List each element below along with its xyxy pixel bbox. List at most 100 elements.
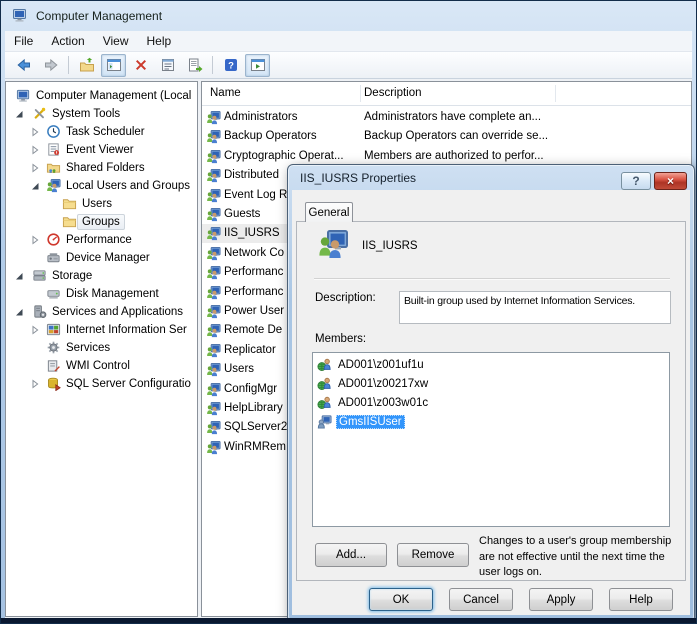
computer-icon bbox=[12, 7, 28, 23]
tree-item-label: Groups bbox=[77, 214, 125, 230]
group-name-cell: WinRMRem bbox=[224, 441, 286, 453]
expand-arrow-icon[interactable] bbox=[30, 235, 40, 245]
tree-item-local-users-and-groups[interactable]: Local Users and Groups bbox=[6, 177, 197, 195]
dialog-close-button[interactable]: × bbox=[654, 172, 687, 190]
tree-item-users[interactable]: Users bbox=[6, 195, 197, 213]
tree-item-computer-management-local[interactable]: Computer Management (Local bbox=[6, 87, 197, 105]
users-groups-icon bbox=[46, 178, 61, 193]
tree-item-internet-information-ser[interactable]: Internet Information Ser bbox=[6, 321, 197, 339]
tree-item-disk-management[interactable]: Disk Management bbox=[6, 285, 197, 303]
group-name-cell: Cryptographic Operat... bbox=[224, 150, 344, 162]
users-groups-icon bbox=[206, 226, 221, 241]
remove-button[interactable]: Remove bbox=[397, 543, 469, 567]
users-groups-icon bbox=[206, 110, 221, 125]
menu-help[interactable]: Help bbox=[138, 32, 181, 50]
collapse-arrow-icon[interactable] bbox=[14, 271, 24, 281]
menu-action[interactable]: Action bbox=[42, 32, 93, 50]
description-field[interactable]: Built-in group used by Internet Informat… bbox=[399, 291, 671, 324]
group-name-cell: Administrators bbox=[224, 111, 298, 123]
export-list-button[interactable] bbox=[182, 54, 207, 77]
tree-item-label: Services and Applications bbox=[52, 305, 183, 319]
collapse-arrow-icon[interactable] bbox=[30, 181, 40, 191]
cancel-button[interactable]: Cancel bbox=[449, 588, 513, 611]
group-name-cell: Performanc bbox=[224, 266, 283, 278]
group-name-cell: IIS_IUSRS bbox=[224, 227, 280, 239]
member-globe-icon bbox=[317, 357, 332, 372]
users-groups-icon bbox=[206, 420, 221, 435]
forward-button[interactable] bbox=[38, 54, 63, 77]
action-pane-icon bbox=[250, 57, 266, 73]
group-large-icon bbox=[315, 228, 351, 263]
group-name-cell: HelpLibrary bbox=[224, 402, 283, 414]
list-row[interactable]: Cryptographic Operat...Members are autho… bbox=[202, 147, 691, 166]
delete-button[interactable] bbox=[128, 54, 153, 77]
apply-button[interactable]: Apply bbox=[529, 588, 593, 611]
group-name-cell: Event Log R bbox=[224, 189, 287, 201]
back-button[interactable] bbox=[11, 54, 36, 77]
dialog-title: IIS_IUSRS Properties bbox=[300, 171, 416, 185]
group-name-cell: Backup Operators bbox=[224, 130, 317, 142]
app-icon bbox=[12, 7, 28, 26]
tree-item-sql-server-configuratio[interactable]: SQL Server Configuratio bbox=[6, 375, 197, 393]
menu-file[interactable]: File bbox=[5, 32, 42, 50]
member-item[interactable]: AD001\z00217xw bbox=[313, 374, 669, 393]
open-folder-button[interactable] bbox=[74, 54, 99, 77]
sql-icon bbox=[46, 376, 61, 391]
tree-item-storage[interactable]: Storage bbox=[6, 267, 197, 285]
column-header-name[interactable]: Name bbox=[210, 87, 241, 99]
column-header-description[interactable]: Description bbox=[364, 87, 422, 99]
separator-line bbox=[314, 278, 670, 280]
expand-arrow-icon[interactable] bbox=[30, 145, 40, 155]
tree-item-device-manager[interactable]: Device Manager bbox=[6, 249, 197, 267]
show-action-pane-button[interactable] bbox=[245, 54, 270, 77]
users-groups-icon bbox=[206, 440, 221, 455]
dialog-button-row: OK Cancel Apply Help bbox=[292, 588, 690, 611]
ok-button[interactable]: OK bbox=[369, 588, 433, 611]
column-divider[interactable] bbox=[360, 85, 361, 102]
collapse-arrow-icon[interactable] bbox=[14, 109, 24, 119]
list-row[interactable]: AdministratorsAdministrators have comple… bbox=[202, 108, 691, 127]
users-groups-icon bbox=[206, 343, 221, 358]
list-row[interactable]: Backup OperatorsBackup Operators can ove… bbox=[202, 127, 691, 146]
collapse-arrow-icon[interactable] bbox=[14, 307, 24, 317]
group-name-cell: Users bbox=[224, 363, 254, 375]
expand-arrow-icon[interactable] bbox=[30, 379, 40, 389]
tree-item-event-viewer[interactable]: Event Viewer bbox=[6, 141, 197, 159]
open-folder-icon bbox=[79, 57, 95, 73]
tree-item-groups[interactable]: Groups bbox=[6, 213, 197, 231]
tree-item-task-scheduler[interactable]: Task Scheduler bbox=[6, 123, 197, 141]
member-item[interactable]: AD001\z001uf1u bbox=[313, 355, 669, 374]
tree-item-label: Device Manager bbox=[66, 251, 150, 265]
tree-item-performance[interactable]: Performance bbox=[6, 231, 197, 249]
member-item[interactable]: GmsIISUser bbox=[313, 412, 669, 431]
help-button[interactable]: ? bbox=[218, 54, 243, 77]
event-viewer-icon bbox=[46, 142, 61, 157]
disk-icon bbox=[46, 286, 61, 301]
shared-folders-icon bbox=[46, 160, 61, 175]
add-button[interactable]: Add... bbox=[315, 543, 387, 567]
services-apps-icon bbox=[32, 304, 47, 319]
show-console-tree-button[interactable] bbox=[101, 54, 126, 77]
expand-arrow-icon[interactable] bbox=[30, 163, 40, 173]
tree-item-services-and-applications[interactable]: Services and Applications bbox=[6, 303, 197, 321]
help-button[interactable]: Help bbox=[609, 588, 673, 611]
tree-item-wmi-control[interactable]: WMI Control bbox=[6, 357, 197, 375]
tree-item-system-tools[interactable]: System Tools bbox=[6, 105, 197, 123]
device-manager-icon bbox=[46, 250, 61, 265]
tree-item-services[interactable]: Services bbox=[6, 339, 197, 357]
delete-icon bbox=[133, 57, 149, 73]
properties-button[interactable] bbox=[155, 54, 180, 77]
computer-management-window: Computer Management FileActionViewHelp ?… bbox=[0, 0, 697, 624]
members-listbox[interactable]: AD001\z001uf1uAD001\z00217xwAD001\z003w0… bbox=[312, 352, 670, 527]
expand-arrow-icon[interactable] bbox=[30, 325, 40, 335]
tab-general[interactable]: General bbox=[305, 202, 353, 222]
toolbar-separator bbox=[68, 56, 69, 74]
users-groups-icon bbox=[206, 382, 221, 397]
menu-view[interactable]: View bbox=[94, 32, 138, 50]
dialog-help-button[interactable]: ? bbox=[621, 172, 651, 190]
tree-item-shared-folders[interactable]: Shared Folders bbox=[6, 159, 197, 177]
member-item[interactable]: AD001\z003w01c bbox=[313, 393, 669, 412]
users-groups-icon bbox=[206, 207, 221, 222]
column-divider[interactable] bbox=[555, 85, 556, 102]
expand-arrow-icon[interactable] bbox=[30, 127, 40, 137]
